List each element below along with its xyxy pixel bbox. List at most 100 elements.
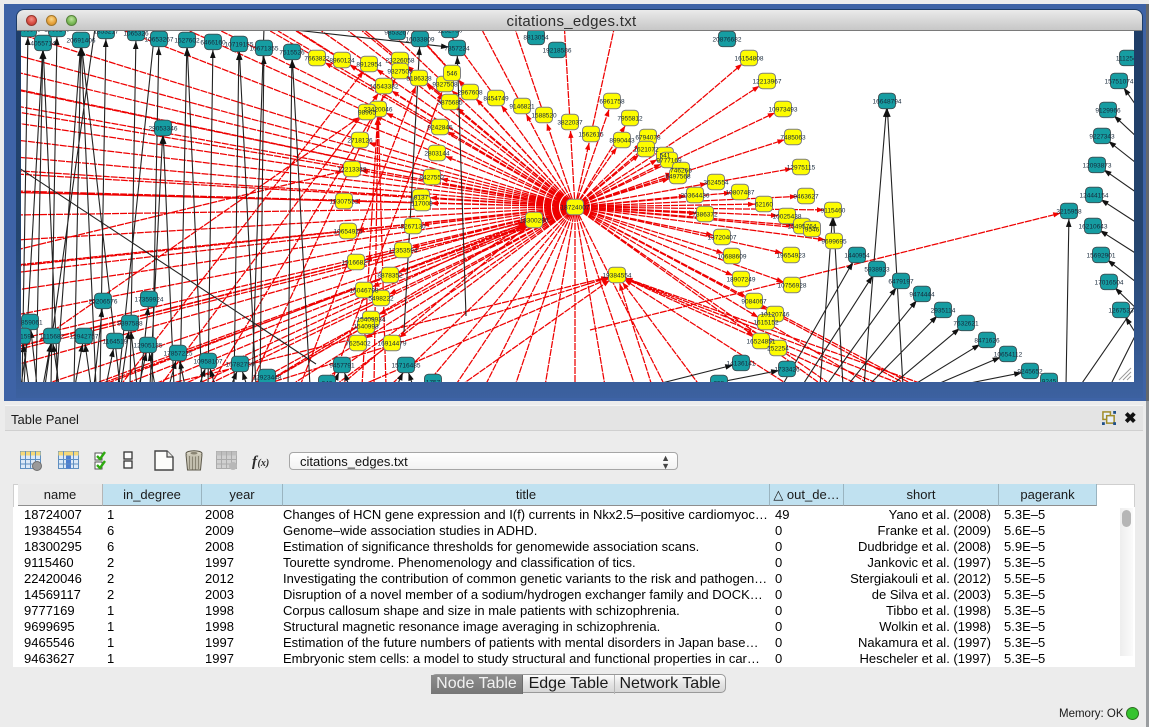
svg-text:7955812: 7955812 (617, 115, 643, 122)
svg-text:9474444: 9474444 (909, 291, 935, 298)
svg-text:5498222: 5498222 (368, 295, 394, 302)
svg-text:546: 546 (447, 70, 458, 77)
svg-text:9115460: 9115460 (821, 207, 846, 214)
svg-text:16543382: 16543382 (370, 83, 399, 90)
svg-text:4859061: 4859061 (21, 319, 43, 326)
svg-text:10756928: 10756928 (778, 282, 807, 289)
svg-text:1164519: 1164519 (103, 338, 128, 345)
svg-text:1621072: 1621072 (633, 146, 659, 153)
svg-text:7485063: 7485063 (780, 134, 806, 141)
svg-text:12353594: 12353594 (389, 247, 418, 254)
svg-text:8813054: 8813054 (523, 34, 549, 41)
svg-text:12444154: 12444154 (1080, 192, 1109, 199)
svg-text:2935114: 2935114 (931, 307, 956, 314)
svg-text:62160: 62160 (755, 201, 773, 208)
svg-text:252254: 252254 (767, 345, 789, 352)
svg-text:1588520: 1588520 (531, 112, 557, 119)
svg-text:9129966: 9129966 (1095, 107, 1121, 114)
svg-text:10654925: 10654925 (334, 228, 363, 235)
svg-text:7625402: 7625402 (345, 340, 371, 347)
svg-text:3624554: 3624554 (703, 179, 729, 186)
svg-text:14136141: 14136141 (727, 360, 756, 367)
svg-text:8471626: 8471626 (974, 337, 1000, 344)
svg-text:9146821: 9146821 (509, 103, 535, 110)
svg-text:4055714: 4055714 (30, 40, 56, 47)
svg-text:8878352: 8878352 (377, 272, 403, 279)
svg-text:13720407: 13720407 (708, 234, 737, 241)
svg-text:9777169: 9777169 (656, 157, 682, 164)
svg-text:10807487: 10807487 (726, 189, 755, 196)
svg-text:16524851: 16524851 (747, 338, 776, 345)
svg-text:1605378: 1605378 (21, 31, 41, 33)
svg-text:9457791: 9457791 (329, 362, 355, 369)
svg-text:7386372: 7386372 (692, 211, 718, 218)
svg-text:17016504: 17016504 (1095, 279, 1124, 286)
svg-text:12213389: 12213389 (338, 166, 367, 173)
svg-text:12942757: 12942757 (70, 333, 99, 340)
svg-text:1152760: 1152760 (438, 31, 463, 34)
svg-text:1757: 1757 (426, 379, 441, 382)
svg-text:15751074: 15751074 (1105, 78, 1134, 85)
svg-text:18300295: 18300295 (520, 217, 549, 224)
svg-text:16914479: 16914479 (378, 340, 407, 347)
svg-text:10653267: 10653267 (145, 36, 174, 43)
svg-text:19166827: 19166827 (342, 259, 371, 266)
svg-text:6497568: 6497568 (665, 173, 691, 180)
svg-text:8267130: 8267130 (400, 223, 426, 230)
svg-text:6961758: 6961758 (599, 98, 625, 105)
svg-text:(x): (x) (258, 458, 270, 469)
svg-text:8186328: 8186328 (406, 75, 432, 82)
svg-text:12093873: 12093873 (1083, 162, 1112, 169)
svg-text:1527602: 1527602 (174, 37, 200, 44)
svg-text:3822037: 3822037 (557, 119, 583, 126)
svg-text:12213967: 12213967 (753, 78, 782, 85)
svg-text:7515526: 7515526 (279, 49, 305, 56)
svg-text:16046798: 16046798 (350, 287, 379, 294)
svg-text:2069140: 2069140 (44, 31, 70, 33)
svg-text:17857225: 17857225 (164, 350, 193, 357)
svg-text:16782759: 16782759 (226, 361, 255, 368)
svg-text:117008: 117008 (411, 200, 433, 207)
svg-text:1562615: 1562615 (578, 131, 604, 138)
svg-text:17359924: 17359924 (135, 296, 164, 303)
svg-text:10654112: 10654112 (994, 351, 1023, 358)
svg-text:8990443: 8990443 (609, 137, 635, 144)
svg-text:2718126: 2718126 (347, 137, 373, 144)
svg-text:9227343: 9227343 (1089, 133, 1115, 140)
svg-text:8427552: 8427552 (419, 174, 445, 181)
svg-text:9546: 9546 (805, 226, 820, 233)
svg-text:23226058: 23226058 (386, 57, 415, 64)
svg-text:29053346: 29053346 (149, 125, 178, 132)
svg-text:9084067: 9084067 (741, 298, 767, 305)
svg-text:10958107: 10958107 (194, 358, 223, 365)
svg-text:940: 940 (322, 380, 333, 382)
svg-text:19307552: 19307552 (330, 198, 359, 205)
svg-text:9245: 9245 (1042, 378, 1057, 382)
svg-text:10973493: 10973493 (769, 106, 798, 113)
svg-text:1440954: 1440954 (844, 252, 870, 259)
svg-text:20206576: 20206576 (89, 298, 118, 305)
svg-text:6466160: 6466160 (200, 39, 226, 46)
svg-text:6479197: 6479197 (888, 278, 914, 285)
svg-text:19654923: 19654923 (777, 252, 806, 259)
svg-text:1615152: 1615152 (753, 319, 779, 326)
svg-text:9463627: 9463627 (793, 193, 819, 200)
svg-text:18724007: 18724007 (561, 204, 590, 211)
svg-text:10120746: 10120746 (761, 311, 790, 318)
svg-text:7357224: 7357224 (444, 45, 470, 52)
svg-text:2967608: 2967608 (457, 89, 483, 96)
svg-text:10025438: 10025438 (773, 213, 802, 220)
svg-text:20364436: 20364436 (681, 192, 710, 199)
svg-text:16648794: 16648794 (873, 98, 902, 105)
svg-text:8454749: 8454749 (483, 95, 509, 102)
svg-text:18907249: 18907249 (727, 276, 756, 283)
svg-text:9397588: 9397588 (117, 320, 143, 327)
svg-text:98965: 98965 (358, 109, 376, 116)
svg-text:3875685: 3875685 (437, 99, 463, 106)
svg-text:5938923: 5938923 (864, 266, 890, 273)
svg-text:1115682: 1115682 (40, 333, 65, 340)
svg-text:20876682: 20876682 (713, 36, 742, 43)
svg-text:9245652: 9245652 (1017, 368, 1043, 375)
svg-text:16154808: 16154808 (735, 55, 764, 62)
svg-text:16033809: 16033809 (406, 36, 435, 43)
